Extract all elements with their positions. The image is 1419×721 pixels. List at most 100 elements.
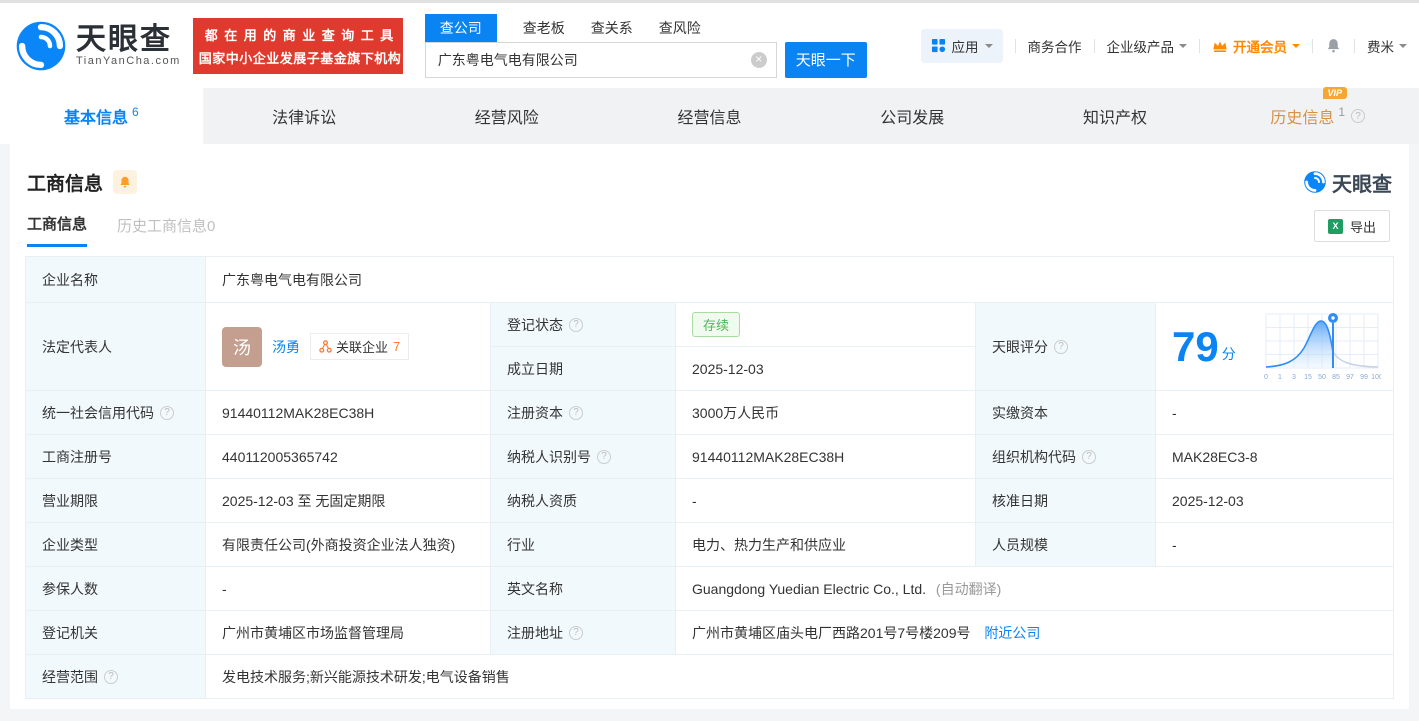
search-tab-relation[interactable]: 查关系 [591,14,633,42]
subtab-business-registration[interactable]: 工商信息 [27,213,87,247]
tab-operational-risk[interactable]: 经营风险 [405,88,608,144]
search-button[interactable]: 天眼一下 [785,42,867,78]
paid-capital-value: - [1156,391,1394,435]
section-title: 工商信息 [27,169,103,196]
tianyancha-logo-icon [1303,170,1327,194]
company-name-value: 广东粤电气电有限公司 [206,257,1394,303]
search-input[interactable] [425,42,777,78]
legal-rep-cell: 汤 汤勇 关联企业 7 [206,303,491,391]
company-type-label: 企业类型 [26,523,206,567]
svg-text:15: 15 [1304,374,1312,381]
tianyancha-logo[interactable]: 天眼查 TianYanCha.com [14,19,181,73]
open-vip-button[interactable]: 开通会员 [1212,36,1300,56]
table-row: 参保人数 - 英文名称 Guangdong Yuedian Electric C… [26,567,1394,611]
registered-capital-label: 注册资本? [491,391,676,435]
vip-label: 开通会员 [1233,36,1287,56]
tab-label: 历史信息 [1270,104,1334,128]
staff-size-value: - [1156,523,1394,567]
search-tab-company[interactable]: 查公司 [425,14,497,42]
tab-label: 基本信息 [64,104,128,128]
nav-business-coop[interactable]: 商务合作 [1028,36,1082,56]
tab-business-info[interactable]: 经营信息 [608,88,811,144]
nearby-companies-link[interactable]: 附近公司 [984,625,1040,641]
user-menu[interactable]: 费米 [1367,36,1407,56]
org-code-value: MAK28EC3-8 [1156,435,1394,479]
legal-rep-label: 法定代表人 [26,303,206,391]
logo-domain: TianYanCha.com [76,55,181,67]
org-network-icon [319,340,332,353]
table-row: 企业名称 广东粤电气电有限公司 [26,257,1394,303]
table-row: 统一社会信用代码? 91440112MAK28EC38H 注册资本? 3000万… [26,391,1394,435]
search-tabs: 查公司 查老板 查关系 查风险 [425,14,867,42]
establish-date-value: 2025-12-03 [676,347,976,391]
related-companies-badge[interactable]: 关联企业 7 [310,333,409,360]
subscribe-bell-button[interactable] [113,170,137,194]
tab-history-info[interactable]: VIP 历史信息 1 ? [1216,88,1419,144]
help-icon[interactable]: ? [1054,340,1068,354]
logo-title: 天眼查 [76,24,181,56]
divider [1354,39,1355,53]
bell-icon [1325,37,1342,54]
insured-count-label: 参保人数 [26,567,206,611]
apps-label: 应用 [952,36,979,56]
registered-address-value: 广州市黄埔区庙头电厂西路201号7号楼209号 附近公司 [676,611,1394,655]
help-icon[interactable]: ? [569,318,583,332]
help-icon[interactable]: ? [104,670,118,684]
english-name-value: Guangdong Yuedian Electric Co., Ltd. (自动… [676,567,1394,611]
help-icon[interactable]: ? [569,406,583,420]
help-icon[interactable]: ? [1351,109,1365,123]
company-section-tabs: 基本信息 6 法律诉讼 经营风险 经营信息 公司发展 知识产权 VIP 历史信息… [0,88,1419,144]
approval-date-label: 核准日期 [976,479,1156,523]
help-icon[interactable]: ? [1082,450,1096,464]
company-type-value: 有限责任公司(外商投资企业法人独资) [206,523,491,567]
taxpayer-qualification-label: 纳税人资质 [491,479,676,523]
help-icon[interactable]: ? [569,626,583,640]
search-tab-risk[interactable]: 查风险 [659,14,701,42]
divider [1015,39,1016,53]
reg-status-label: 登记状态? [491,303,676,347]
tab-intellectual-property[interactable]: 知识产权 [1014,88,1217,144]
svg-text:0: 0 [1264,374,1268,381]
tab-count: 6 [132,105,139,119]
notifications-button[interactable] [1325,37,1342,54]
nav-enterprise-products[interactable]: 企业级产品 [1107,36,1188,56]
search-tab-boss[interactable]: 查老板 [523,14,565,42]
avatar[interactable]: 汤 [222,327,262,367]
export-button[interactable]: X 导出 [1314,210,1390,242]
registered-address-label: 注册地址? [491,611,676,655]
apps-grid-icon [931,38,946,53]
tab-label: 法律诉讼 [272,104,336,128]
registered-capital-value: 3000万人民币 [676,391,976,435]
legal-rep-link[interactable]: 汤勇 [272,337,300,357]
svg-text:85: 85 [1332,374,1340,381]
tab-legal-proceedings[interactable]: 法律诉讼 [203,88,406,144]
clear-icon[interactable]: × [751,52,767,68]
logo-text: 天眼查 TianYanCha.com [76,24,181,68]
taxpayer-id-label: 纳税人识别号? [491,435,676,479]
username: 费米 [1367,36,1394,56]
score-distribution-chart: 0 1 3 15 50 85 97 99 100 [1261,310,1381,384]
apps-menu[interactable]: 应用 [921,29,1003,63]
tab-label: 知识产权 [1083,104,1147,128]
subtab-history-registration[interactable]: 历史工商信息0 [117,215,215,246]
subtabs: 工商信息 历史工商信息0 X 导出 [27,210,1392,250]
approval-date-value: 2025-12-03 [1156,479,1394,523]
help-icon[interactable]: ? [597,450,611,464]
tab-label: 经营风险 [475,104,539,128]
table-row: 登记机关 广州市黄埔区市场监督管理局 注册地址? 广州市黄埔区庙头电厂西路201… [26,611,1394,655]
company-name-label: 企业名称 [26,257,206,303]
search-area: 查公司 查老板 查关系 查风险 × 天眼一下 [425,14,867,78]
credit-code-value: 91440112MAK28EC38H [206,391,491,435]
watermark-text: 天眼查 [1332,168,1392,197]
score-label: 天眼评分? [976,303,1156,391]
table-row: 经营范围? 发电技术服务;新兴能源技术研发;电气设备销售 [26,655,1394,699]
svg-text:99: 99 [1360,374,1368,381]
tab-basic-info[interactable]: 基本信息 6 [0,88,203,144]
bell-icon [118,175,132,189]
enterprise-label: 企业级产品 [1107,36,1175,56]
divider [1199,39,1200,53]
industry-label: 行业 [491,523,676,567]
tab-company-development[interactable]: 公司发展 [811,88,1014,144]
svg-text:1: 1 [1278,374,1282,381]
help-icon[interactable]: ? [160,406,174,420]
